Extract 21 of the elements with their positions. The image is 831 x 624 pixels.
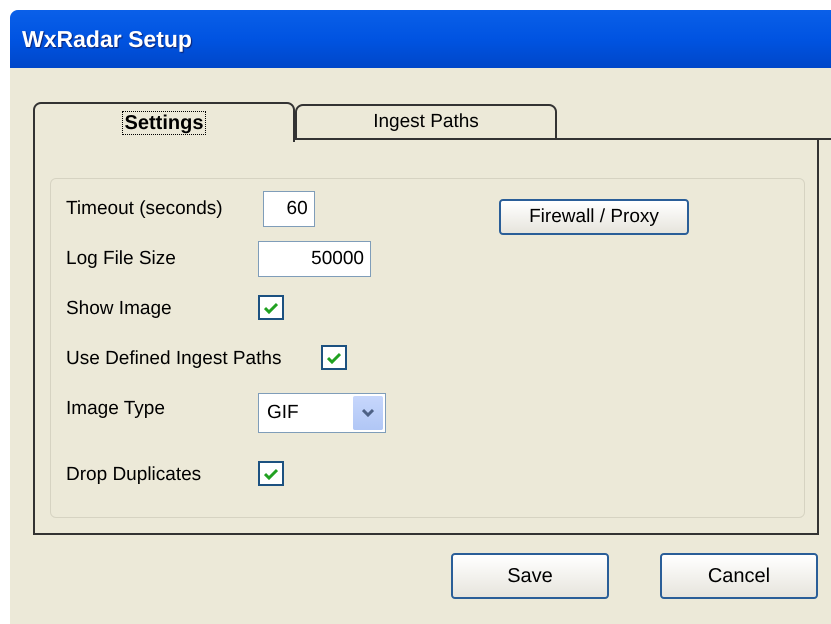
check-icon: [264, 468, 278, 480]
field-label: Image Type: [66, 397, 166, 421]
checkbox[interactable]: [258, 295, 284, 320]
firewall-proxy-button[interactable]: Firewall / Proxy: [499, 199, 689, 235]
field-label: Drop Duplicates: [66, 463, 202, 487]
field-label: Timeout (seconds): [66, 197, 224, 221]
tab[interactable]: Ingest Paths: [295, 104, 557, 140]
save-button[interactable]: Save: [451, 553, 609, 599]
field-label: Show Image: [66, 297, 173, 321]
checkbox[interactable]: [258, 461, 284, 486]
tab[interactable]: Settings: [33, 102, 295, 142]
input-field[interactable]: 50000: [258, 241, 371, 277]
input-field[interactable]: 60: [262, 191, 315, 227]
cancel-button[interactable]: Cancel: [660, 553, 818, 599]
checkbox[interactable]: [321, 345, 348, 370]
field-label: Use Defined Ingest Paths: [66, 347, 282, 371]
check-icon: [264, 302, 278, 314]
field-label: Log File Size: [66, 247, 177, 271]
image-type-dropdown[interactable]: GIF: [258, 393, 386, 433]
window-title: WxRadar Setup: [22, 24, 192, 54]
check-icon: [327, 352, 342, 364]
